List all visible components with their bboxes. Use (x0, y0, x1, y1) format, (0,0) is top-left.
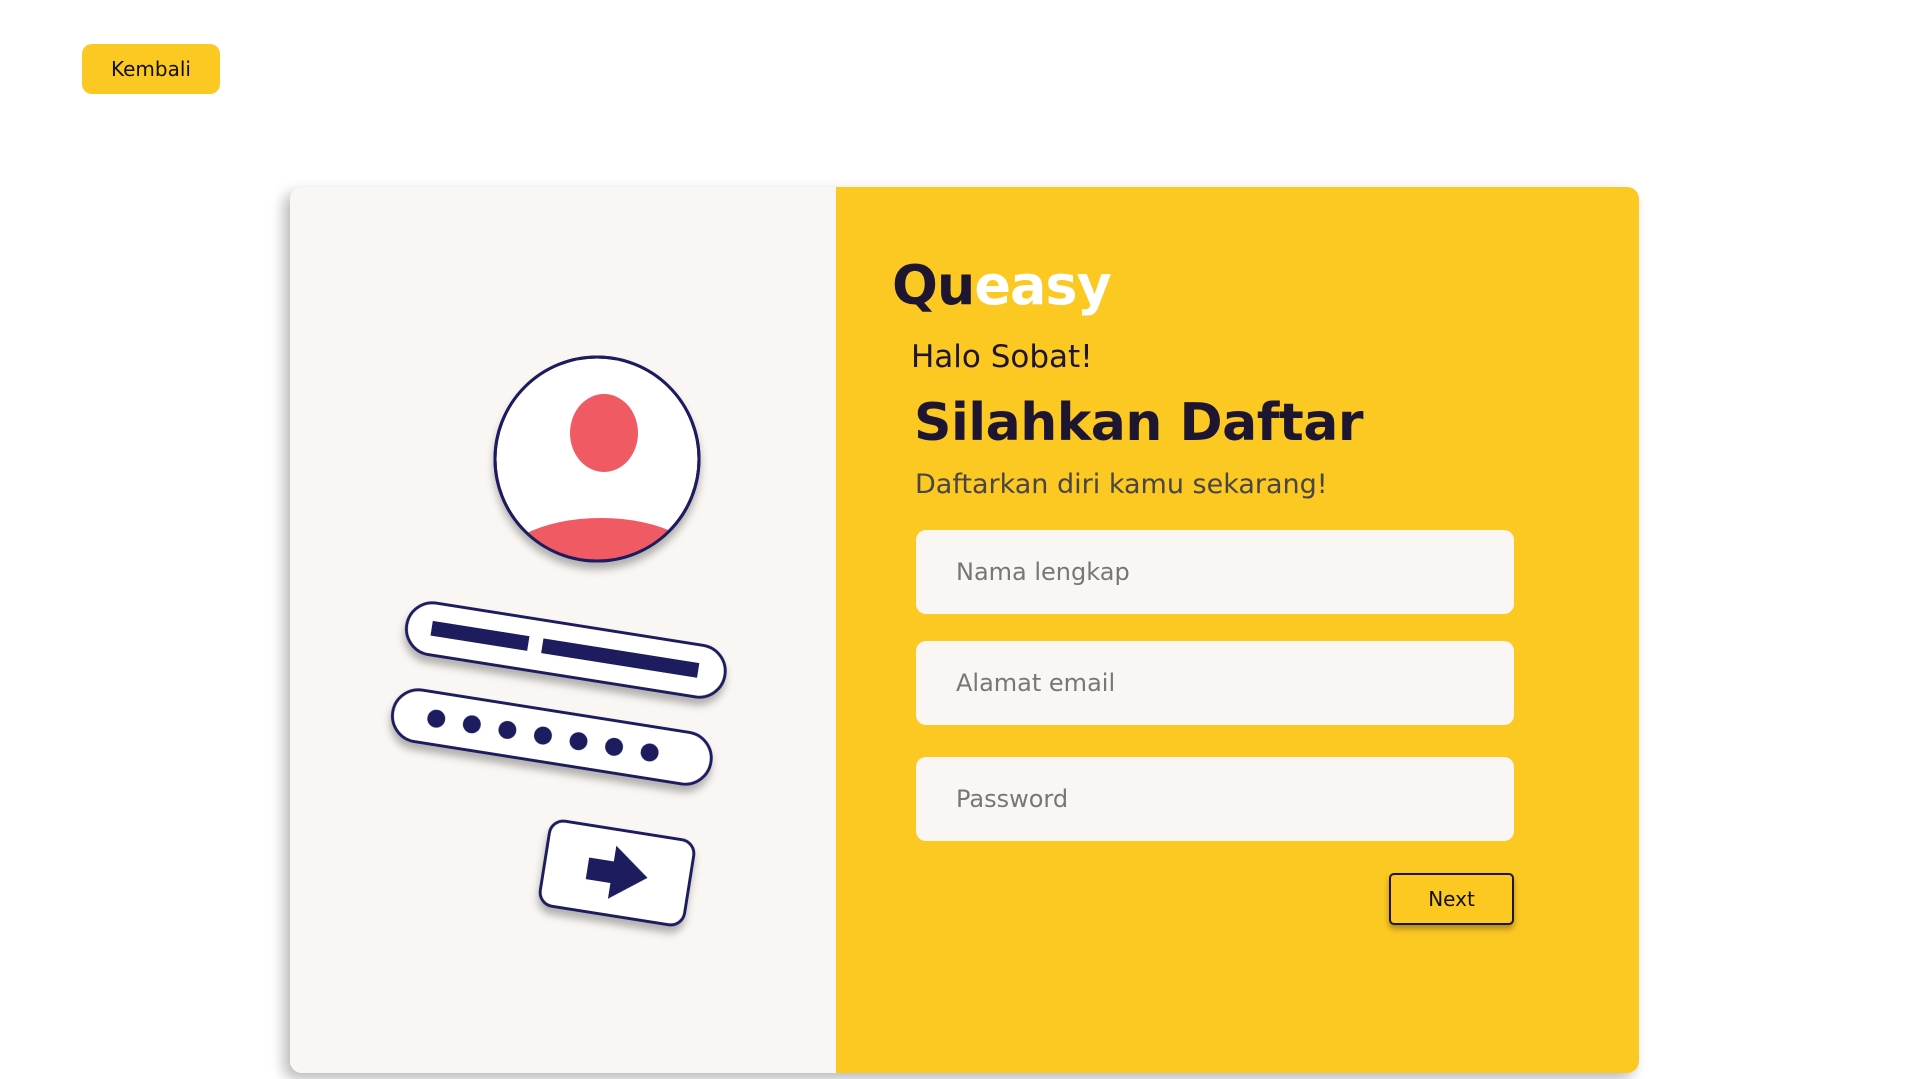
brand-part-1: Qu (892, 254, 975, 317)
register-page: Kembali Queasy Halo Sobat! Silahkan Daft… (0, 0, 1919, 1079)
brand-part-2: easy (974, 254, 1111, 317)
arrow-right-icon (538, 819, 696, 927)
greeting-text: Halo Sobat! (911, 339, 1093, 375)
page-subheading: Daftarkan diri kamu sekarang! (915, 469, 1328, 500)
page-heading: Silahkan Daftar (914, 393, 1363, 453)
illustration-panel (290, 187, 836, 1073)
username-field-icon (405, 601, 727, 699)
password-input[interactable] (916, 757, 1514, 841)
user-avatar-icon (493, 355, 701, 563)
form-panel: Queasy Halo Sobat! Silahkan Daftar Dafta… (836, 187, 1639, 1073)
back-button[interactable]: Kembali (82, 44, 220, 94)
password-dots-icon (391, 688, 713, 786)
full-name-input[interactable] (916, 530, 1514, 614)
login-illustration (391, 355, 727, 927)
email-input[interactable] (916, 641, 1514, 725)
register-card: Queasy Halo Sobat! Silahkan Daftar Dafta… (290, 187, 1639, 1073)
next-button[interactable]: Next (1389, 873, 1514, 925)
brand-logo: Queasy (892, 259, 1112, 313)
